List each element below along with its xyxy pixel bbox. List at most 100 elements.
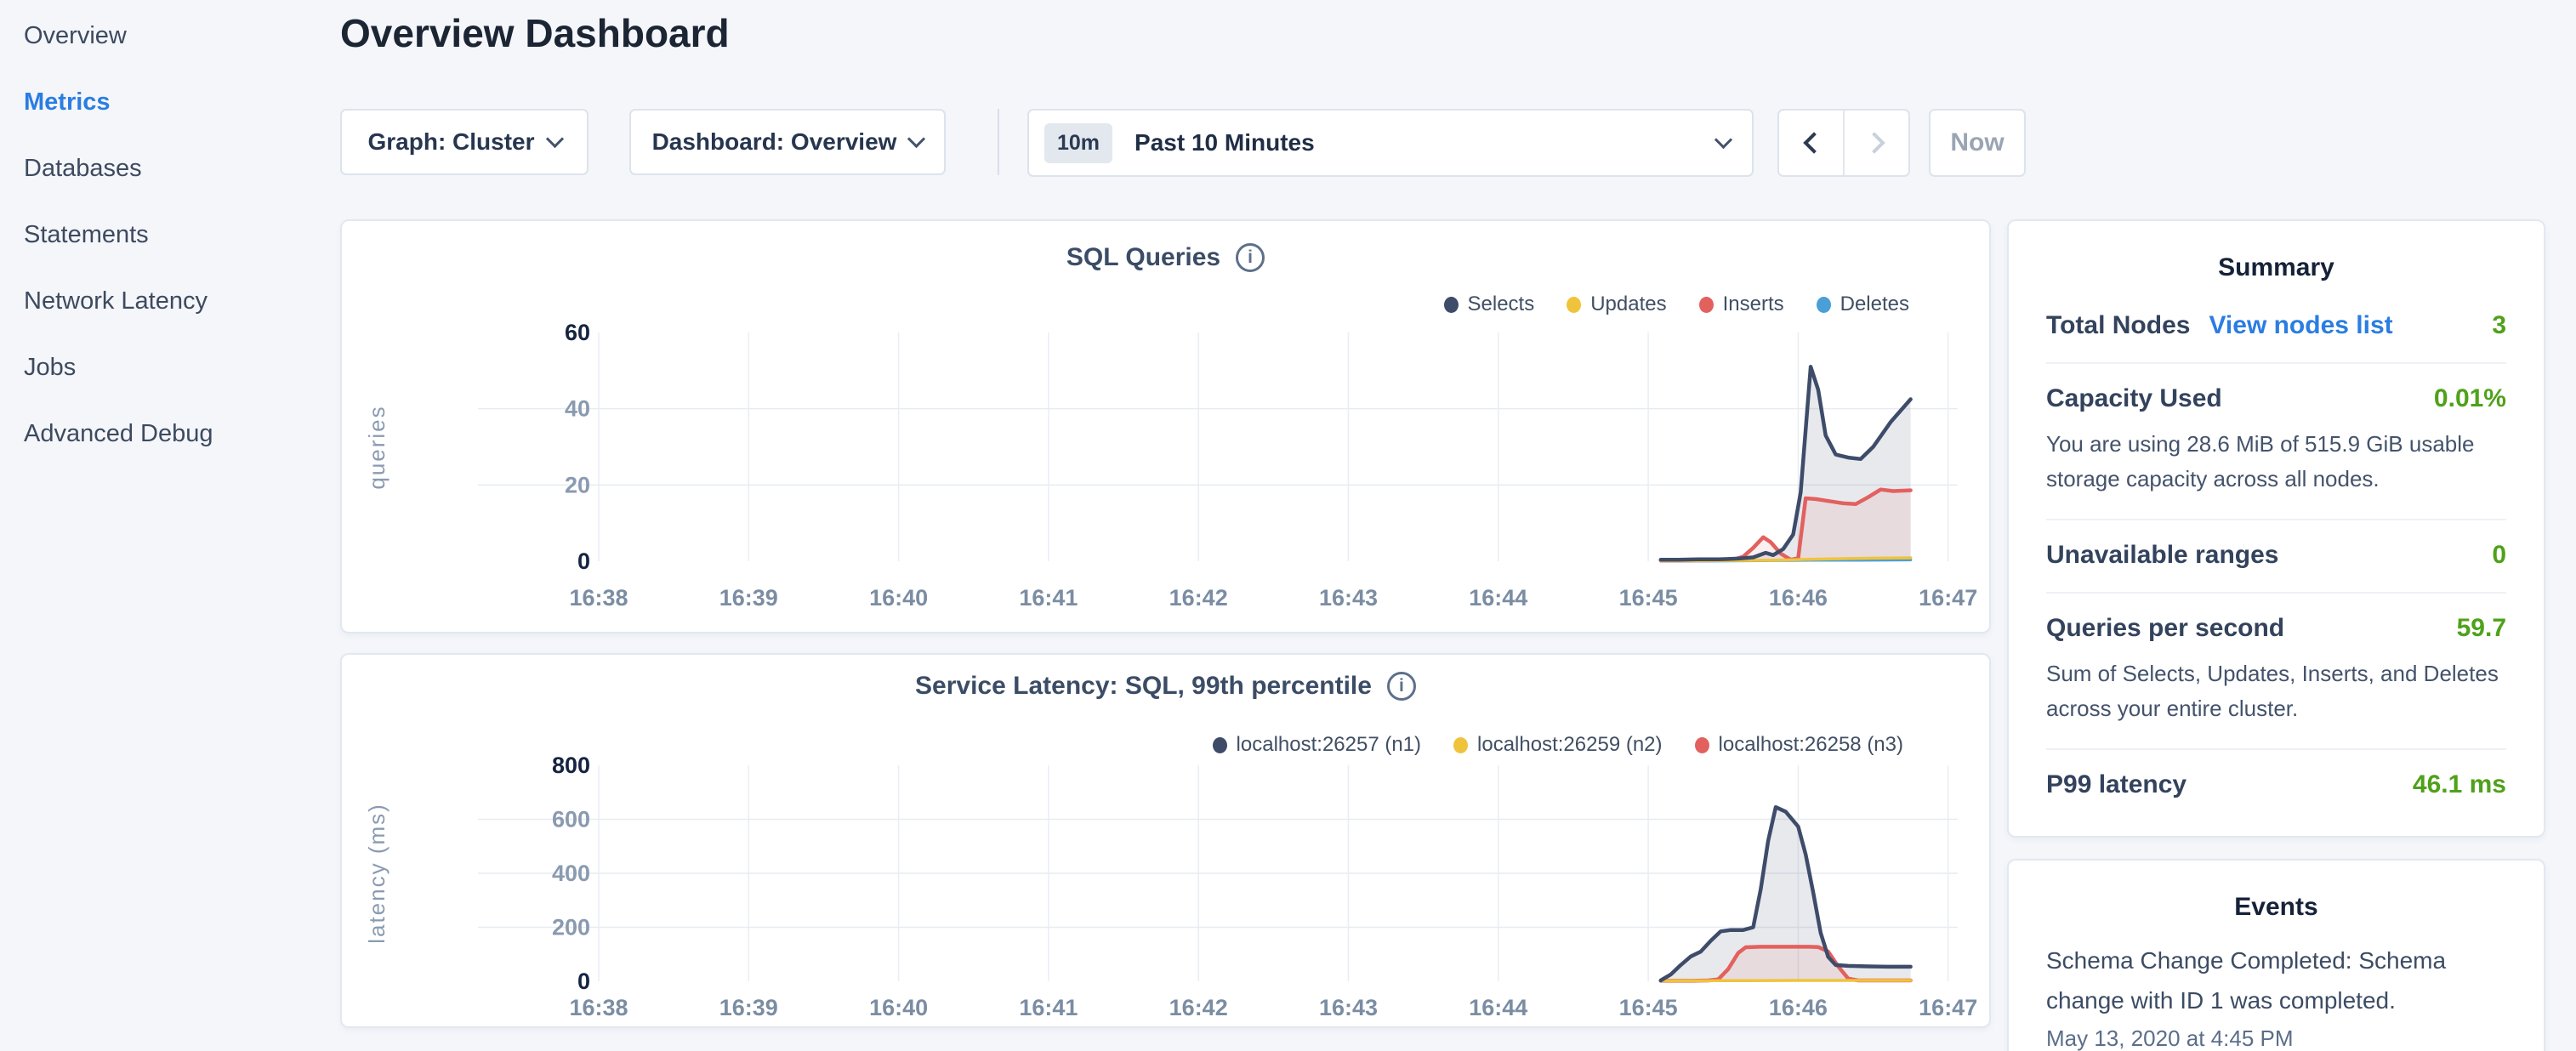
- chevron-down-icon: [907, 129, 925, 147]
- legend-item-updates: Updates: [1567, 293, 1666, 316]
- dashboard-dropdown[interactable]: Dashboard: Overview: [629, 109, 946, 175]
- svg-text:16:46: 16:46: [1769, 995, 1828, 1020]
- sql-queries-chart[interactable]: 16:38 16:39 16:40 16:41 16:42 16:43 16:44 16:45…: [342, 221, 1993, 635]
- chevron-down-icon: [1714, 130, 1732, 148]
- legend-dot: [1453, 737, 1468, 753]
- svg-text:16:38: 16:38: [569, 995, 628, 1020]
- now-button[interactable]: Now: [1929, 109, 2026, 177]
- svg-text:16:39: 16:39: [719, 585, 778, 611]
- summary-row-queries-per-second: Queries per second 59.7 Sum of Selects, …: [2046, 592, 2506, 748]
- service-latency-chart-card: 16:38 16:39 16:40 16:41 16:42 16:43 16:44 16:45…: [340, 653, 1991, 1028]
- svg-text:16:40: 16:40: [869, 585, 928, 611]
- summary-row-unavailable-ranges: Unavailable ranges 0: [2046, 519, 2506, 592]
- chart-title: SQL Queries: [1066, 243, 1220, 272]
- svg-text:16:44: 16:44: [1469, 995, 1527, 1020]
- graph-dropdown-label: Graph: Cluster: [367, 128, 534, 156]
- svg-text:800: 800: [552, 753, 590, 778]
- sidebar-item-advanced-debug[interactable]: Advanced Debug: [24, 420, 323, 448]
- svg-text:16:42: 16:42: [1169, 995, 1228, 1020]
- summary-row-label: Total Nodes: [2046, 311, 2190, 340]
- svg-text:16:40: 16:40: [869, 995, 928, 1020]
- controls-divider: [998, 109, 999, 175]
- sidebar-item-overview[interactable]: Overview: [24, 22, 323, 50]
- summary-row-capacity-used: Capacity Used 0.01% You are using 28.6 M…: [2046, 362, 2506, 519]
- sidebar-item-metrics[interactable]: Metrics: [24, 88, 323, 116]
- time-window-label: Past 10 Minutes: [1134, 129, 1315, 156]
- event-text[interactable]: Schema Change Completed: Schema change w…: [2046, 940, 2476, 1020]
- svg-text:16:44: 16:44: [1469, 585, 1527, 611]
- prev-time-button[interactable]: [1779, 111, 1845, 175]
- view-nodes-list-link[interactable]: View nodes list: [2209, 311, 2392, 340]
- svg-text:16:41: 16:41: [1019, 585, 1078, 611]
- summary-row-total-nodes: Total Nodes View nodes list 3: [2046, 291, 2506, 362]
- info-icon[interactable]: i: [1236, 243, 1265, 272]
- next-time-button[interactable]: [1845, 111, 1908, 175]
- svg-text:16:43: 16:43: [1319, 585, 1378, 611]
- legend-dot: [1567, 297, 1581, 313]
- svg-text:40: 40: [565, 396, 590, 422]
- info-icon[interactable]: i: [1387, 672, 1416, 701]
- svg-text:400: 400: [552, 861, 590, 886]
- legend-item-localhost-26258-n3: localhost:26258 (n3): [1695, 733, 1903, 757]
- svg-text:16:45: 16:45: [1619, 995, 1678, 1020]
- svg-text:latency (ms): latency (ms): [364, 803, 390, 944]
- svg-text:16:43: 16:43: [1319, 995, 1378, 1020]
- legend-item-selects: Selects: [1444, 293, 1535, 316]
- legend-dot: [1817, 297, 1831, 313]
- summary-row-value: 59.7: [2457, 614, 2506, 643]
- svg-text:16:42: 16:42: [1169, 585, 1228, 611]
- dashboard-dropdown-label: Dashboard: Overview: [652, 128, 897, 156]
- summary-row-label: Unavailable ranges: [2046, 541, 2278, 570]
- events-panel: Events Schema Change Completed: Schema c…: [2007, 859, 2545, 1051]
- summary-row-description: You are using 28.6 MiB of 515.9 GiB usab…: [2046, 427, 2506, 497]
- chart-legend: Selects Updates Inserts Deletes: [1444, 293, 1910, 316]
- sidebar-item-network-latency[interactable]: Network Latency: [24, 287, 323, 315]
- legend-dot: [1699, 297, 1714, 313]
- svg-text:16:41: 16:41: [1019, 995, 1078, 1020]
- page-title: Overview Dashboard: [340, 10, 730, 56]
- service-latency-chart[interactable]: 16:38 16:39 16:40 16:41 16:42 16:43 16:44 16:45…: [342, 655, 1993, 1030]
- summary-row-value: 0.01%: [2434, 384, 2506, 413]
- svg-text:16:38: 16:38: [569, 585, 628, 611]
- chart-title: Service Latency: SQL, 99th percentile: [915, 672, 1372, 701]
- svg-text:16:39: 16:39: [719, 995, 778, 1020]
- time-window-picker[interactable]: 10m Past 10 Minutes: [1027, 109, 1754, 177]
- summary-row-label: Queries per second: [2046, 614, 2284, 643]
- sidebar-item-databases[interactable]: Databases: [24, 155, 323, 183]
- svg-text:600: 600: [552, 807, 590, 832]
- legend-item-inserts: Inserts: [1699, 293, 1784, 316]
- svg-text:60: 60: [565, 320, 590, 345]
- svg-text:20: 20: [565, 472, 590, 497]
- svg-text:16:45: 16:45: [1619, 585, 1678, 611]
- legend-item-localhost-26257-n1: localhost:26257 (n1): [1213, 733, 1421, 757]
- chart-legend: localhost:26257 (n1) localhost:26259 (n2)…: [1213, 733, 1903, 757]
- summary-title: Summary: [2046, 253, 2506, 282]
- summary-row-label: P99 latency: [2046, 770, 2186, 799]
- summary-row-description: Sum of Selects, Updates, Inserts, and De…: [2046, 656, 2506, 726]
- svg-text:16:47: 16:47: [1919, 585, 1977, 611]
- chevron-right-icon: [1863, 132, 1885, 153]
- svg-text:0: 0: [577, 969, 590, 994]
- app: Overview Metrics Databases Statements Networ…: [0, 0, 2576, 1051]
- summary-row-value: 46.1 ms: [2413, 770, 2506, 799]
- sidebar: Overview Metrics Databases Statements Networ…: [0, 0, 323, 1051]
- sidebar-item-statements[interactable]: Statements: [24, 221, 323, 249]
- legend-item-deletes: Deletes: [1817, 293, 1909, 316]
- legend-item-localhost-26259-n2: localhost:26259 (n2): [1453, 733, 1662, 757]
- svg-text:200: 200: [552, 915, 590, 940]
- chevron-down-icon: [545, 129, 563, 147]
- graph-dropdown[interactable]: Graph: Cluster: [340, 109, 589, 175]
- events-title: Events: [2046, 893, 2506, 922]
- sql-queries-chart-card: 16:38 16:39 16:40 16:41 16:42 16:43 16:44 16:45…: [340, 219, 1991, 633]
- summary-row-value: 3: [2492, 311, 2506, 340]
- time-step-buttons: [1777, 109, 1910, 177]
- summary-panel: Summary Total Nodes View nodes list 3 Ca…: [2007, 219, 2545, 838]
- legend-dot: [1695, 737, 1709, 753]
- sidebar-item-jobs[interactable]: Jobs: [24, 354, 323, 382]
- event-timestamp: May 13, 2020 at 4:45 PM: [2046, 1025, 2506, 1051]
- svg-text:16:47: 16:47: [1919, 995, 1977, 1020]
- chevron-left-icon: [1803, 132, 1824, 153]
- summary-row-label: Capacity Used: [2046, 384, 2222, 413]
- legend-dot: [1444, 297, 1459, 313]
- legend-dot: [1213, 737, 1227, 753]
